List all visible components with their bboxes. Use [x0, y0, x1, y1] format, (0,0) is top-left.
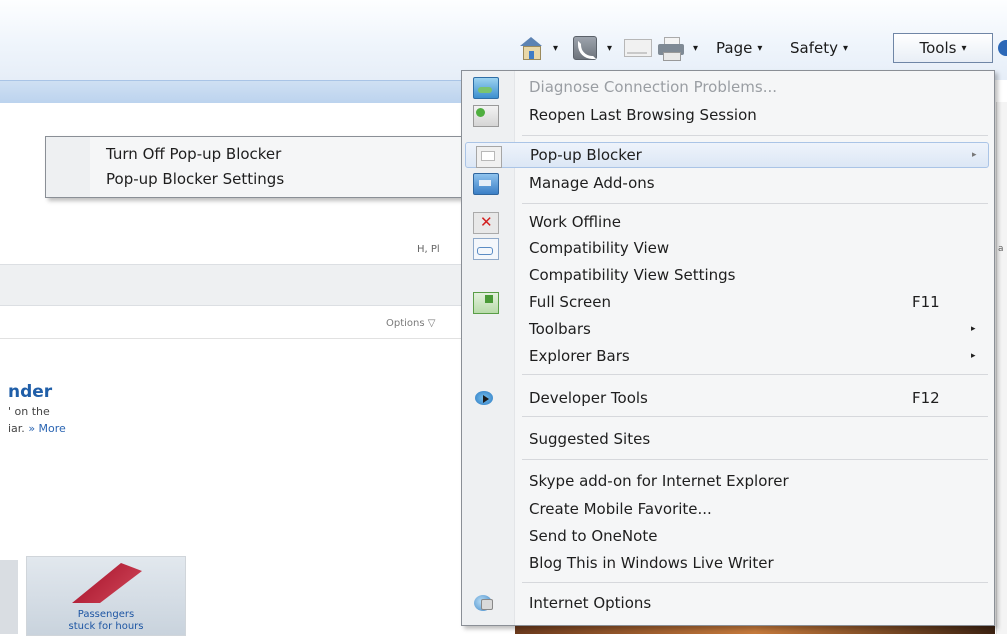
shortcut-label: F12 — [912, 389, 940, 407]
menu-separator — [522, 203, 988, 204]
safety-menu-label: Safety — [790, 39, 838, 57]
menu-item-developer-tools[interactable]: Developer Tools F12 — [463, 385, 991, 411]
menu-item-skype-addon[interactable]: Skype add-on for Internet Explorer — [463, 468, 991, 494]
feeds-button[interactable] — [573, 34, 597, 62]
home-button[interactable] — [519, 34, 543, 62]
menu-item-manage-addons[interactable]: Manage Add-ons — [463, 170, 991, 196]
chevron-down-icon: ▾ — [757, 42, 763, 54]
options-link[interactable]: Options ▽ — [386, 318, 435, 329]
diagnose-icon — [473, 77, 499, 99]
work-offline-icon — [473, 212, 499, 234]
feeds-icon — [573, 36, 597, 60]
full-screen-icon — [473, 292, 499, 314]
menu-item-diagnose-connection: Diagnose Connection Problems... — [463, 74, 991, 100]
thumbnail-edge — [0, 560, 18, 634]
tools-menu-label: Tools — [919, 39, 957, 57]
menu-item-explorer-bars[interactable]: Explorer Bars ▸ — [463, 343, 991, 369]
page-fragment-text: H, Pl — [417, 244, 440, 255]
menu-separator — [522, 416, 988, 417]
menu-item-reopen-session[interactable]: Reopen Last Browsing Session — [463, 102, 991, 128]
page-heading[interactable]: nder — [8, 382, 52, 402]
internet-options-icon — [473, 593, 497, 613]
print-button[interactable] — [658, 34, 684, 62]
developer-tools-icon — [473, 388, 497, 408]
page-content-band — [0, 264, 465, 306]
menu-separator — [522, 582, 988, 583]
print-dropdown[interactable]: ▾ — [688, 34, 698, 62]
submenu-arrow-icon: ▸ — [971, 351, 976, 361]
page-fragment-text: a — [998, 244, 1004, 254]
menu-item-full-screen[interactable]: Full Screen F11 — [463, 289, 991, 315]
thumbnail-caption: Passengers — [77, 609, 135, 620]
menu-separator — [522, 459, 988, 460]
menu-separator — [522, 374, 988, 375]
help-icon[interactable] — [998, 40, 1007, 56]
menu-item-work-offline[interactable]: Work Offline — [463, 209, 991, 235]
page-text: ' on the — [8, 405, 50, 418]
scrollbar[interactable] — [996, 102, 1007, 634]
page-menu-label: Page — [716, 39, 753, 57]
popup-blocker-submenu: Turn Off Pop-up Blocker Pop-up Blocker S… — [45, 136, 462, 198]
compatibility-view-icon — [473, 238, 499, 260]
favorites-bar-strip — [0, 80, 465, 103]
home-icon — [519, 37, 543, 60]
tools-menu-button[interactable]: Tools ▾ — [893, 33, 993, 63]
menu-item-compatibility-view[interactable]: Compatibility View — [463, 235, 991, 261]
shortcut-label: F11 — [912, 293, 940, 311]
menu-item-internet-options[interactable]: Internet Options — [463, 590, 991, 616]
home-dropdown[interactable]: ▾ — [548, 34, 558, 62]
chevron-down-icon: ▾ — [842, 42, 849, 54]
reopen-session-icon — [473, 105, 499, 127]
divider — [0, 338, 465, 339]
popup-blocker-settings-item[interactable]: Pop-up Blocker Settings — [106, 170, 284, 188]
menu-item-send-to-onenote[interactable]: Send to OneNote — [463, 523, 991, 549]
news-thumbnail[interactable]: Passengers stuck for hours — [26, 556, 186, 636]
menu-separator — [522, 135, 988, 136]
command-bar — [0, 0, 1007, 80]
page-text: iar. » More — [8, 422, 66, 435]
feeds-dropdown[interactable]: ▾ — [602, 34, 612, 62]
menu-item-popup-blocker[interactable]: Pop-up Blocker ▸ — [465, 142, 989, 168]
print-icon — [658, 37, 684, 61]
submenu-arrow-icon: ▸ — [972, 150, 977, 160]
chevron-down-icon: ▾ — [961, 42, 967, 54]
page-menu-button[interactable]: Page ▾ — [716, 34, 762, 62]
menu-item-compatibility-view-settings[interactable]: Compatibility View Settings — [463, 262, 991, 288]
turn-off-popup-blocker-item[interactable]: Turn Off Pop-up Blocker — [106, 145, 281, 163]
menu-item-suggested-sites[interactable]: Suggested Sites — [463, 426, 991, 452]
tools-menu: Diagnose Connection Problems... Reopen L… — [461, 70, 995, 626]
menu-item-blog-this[interactable]: Blog This in Windows Live Writer — [463, 550, 991, 576]
menu-item-create-mobile-favorite[interactable]: Create Mobile Favorite... — [463, 496, 991, 522]
menu-item-toolbars[interactable]: Toolbars ▸ — [463, 316, 991, 342]
more-link[interactable]: » More — [28, 422, 66, 435]
thumbnail-caption: stuck for hours — [68, 621, 144, 632]
read-mail-icon — [624, 39, 652, 57]
safety-menu-button[interactable]: Safety ▾ — [790, 34, 848, 62]
add-ons-icon — [473, 173, 499, 195]
submenu-arrow-icon: ▸ — [971, 324, 976, 334]
popup-blocker-icon — [476, 146, 502, 168]
read-mail-button[interactable] — [624, 34, 652, 62]
airplane-tail-image — [72, 563, 142, 603]
